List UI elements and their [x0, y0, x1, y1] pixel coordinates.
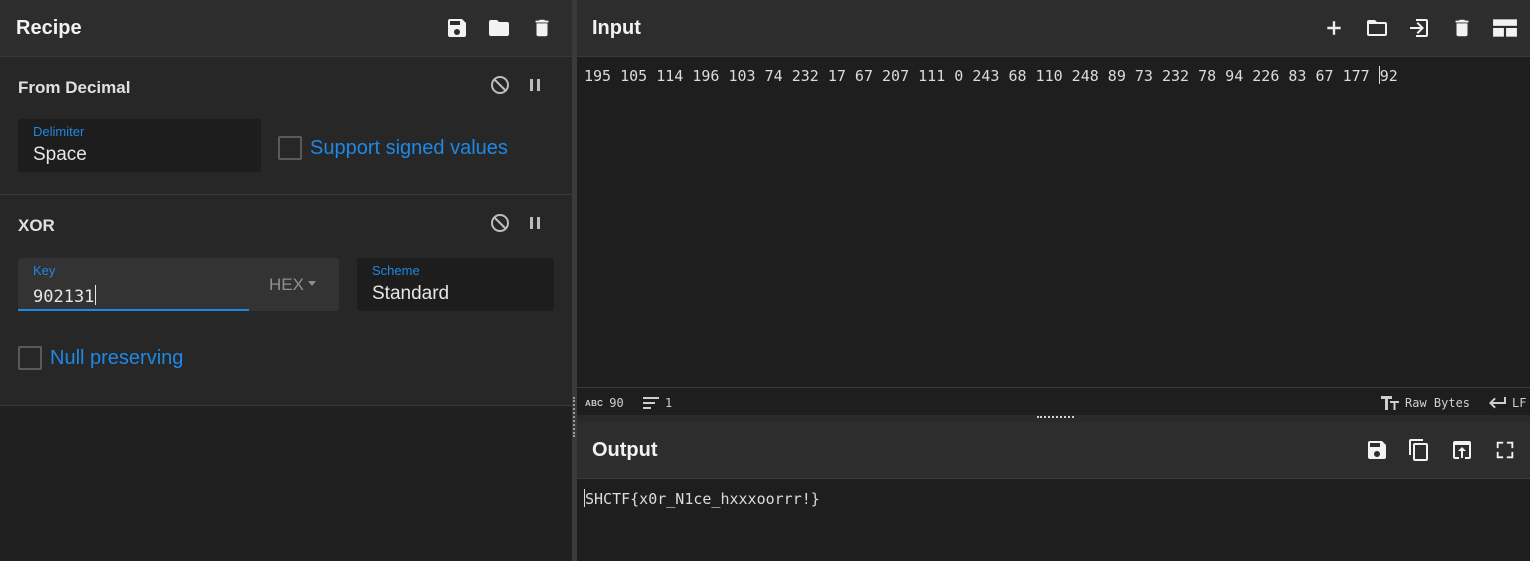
scheme-label: Scheme	[372, 263, 420, 278]
open-file-button[interactable]	[1363, 14, 1391, 42]
input-status-bar: ABC 90 1 Raw Bytes LF	[577, 387, 1530, 415]
add-input-tab-button[interactable]	[1320, 14, 1348, 42]
copy-output-button[interactable]	[1405, 436, 1433, 464]
disable-operation-button[interactable]	[489, 212, 511, 234]
output-textarea[interactable]: SHCTF{x0r_N1ce_hxxxoorrr!}	[584, 489, 820, 508]
disable-icon	[491, 76, 509, 94]
replace-input-icon	[1453, 441, 1471, 459]
operation-title: XOR	[18, 216, 55, 235]
key-focus-underline	[18, 309, 249, 311]
char-count: ABC 90	[585, 396, 624, 410]
folder-icon	[489, 20, 509, 36]
line-count: 1	[643, 396, 672, 410]
delimiter-field[interactable]: Delimiter Space	[18, 119, 261, 172]
trash-icon	[1455, 19, 1469, 37]
key-input[interactable]: 902131	[33, 285, 97, 307]
null-preserving-checkbox[interactable]	[18, 346, 42, 370]
folder-open-icon	[1367, 20, 1387, 36]
return-icon	[1489, 397, 1506, 409]
signed-values-label[interactable]: Support signed values	[310, 137, 508, 160]
input-header: Input	[577, 0, 1530, 57]
recipe-panel: Recipe From Decimal Delimiter Space Supp…	[0, 0, 572, 561]
clear-recipe-button[interactable]	[528, 14, 556, 42]
disable-icon	[491, 214, 509, 232]
delimiter-value: Space	[33, 144, 87, 165]
clear-input-button[interactable]	[1448, 14, 1476, 42]
reset-layout-button[interactable]	[1491, 14, 1519, 42]
io-resize-handle[interactable]	[1037, 416, 1074, 418]
plus-icon	[1327, 21, 1341, 35]
scheme-field[interactable]: Scheme Standard	[357, 258, 554, 311]
operation-xor: XOR Key 902131 HEX Scheme Standard Null …	[0, 195, 572, 406]
caret-down-icon	[307, 281, 316, 286]
disable-operation-button[interactable]	[489, 74, 511, 96]
input-title: Input	[592, 17, 641, 39]
lines-icon	[643, 397, 659, 409]
operation-title: From Decimal	[18, 78, 131, 97]
signed-values-checkbox[interactable]	[278, 136, 302, 160]
input-textarea[interactable]: 195 105 114 196 103 74 232 17 67 207 111…	[584, 66, 1398, 85]
trash-icon	[535, 19, 549, 37]
save-recipe-button[interactable]	[443, 14, 471, 42]
maximize-output-button[interactable]	[1491, 436, 1519, 464]
sign-in-icon	[1410, 19, 1428, 37]
key-format-dropdown[interactable]: HEX	[269, 275, 316, 295]
pause-operation-button[interactable]	[524, 212, 546, 234]
recipe-header: Recipe	[0, 0, 572, 57]
layout-icon	[1493, 19, 1517, 37]
open-folder-button[interactable]	[1405, 14, 1433, 42]
key-label: Key	[33, 263, 56, 278]
save-icon	[1368, 441, 1386, 459]
key-field[interactable]: Key 902131 HEX	[18, 258, 339, 311]
replace-input-button[interactable]	[1448, 436, 1476, 464]
null-preserving-label[interactable]: Null preserving	[50, 347, 183, 370]
output-header: Output	[577, 422, 1530, 479]
column-resize-handle[interactable]	[573, 397, 575, 437]
eol-selector[interactable]: LF	[1488, 396, 1526, 410]
save-output-button[interactable]	[1363, 436, 1391, 464]
save-icon	[448, 19, 466, 37]
operation-from-decimal: From Decimal Delimiter Space Support sig…	[0, 57, 572, 195]
pause-operation-button[interactable]	[524, 74, 546, 96]
abc-icon: ABC	[585, 398, 604, 408]
pause-icon	[530, 79, 540, 91]
load-recipe-button[interactable]	[485, 14, 513, 42]
scheme-value: Standard	[372, 283, 450, 304]
encoding-selector[interactable]: Raw Bytes	[1381, 396, 1470, 410]
pause-icon	[530, 217, 540, 229]
maximize-icon	[1496, 441, 1514, 459]
output-title: Output	[592, 439, 658, 461]
text-size-icon	[1381, 396, 1399, 410]
delimiter-label: Delimiter	[33, 124, 85, 139]
recipe-title: Recipe	[16, 17, 82, 39]
copy-icon	[1409, 439, 1428, 461]
